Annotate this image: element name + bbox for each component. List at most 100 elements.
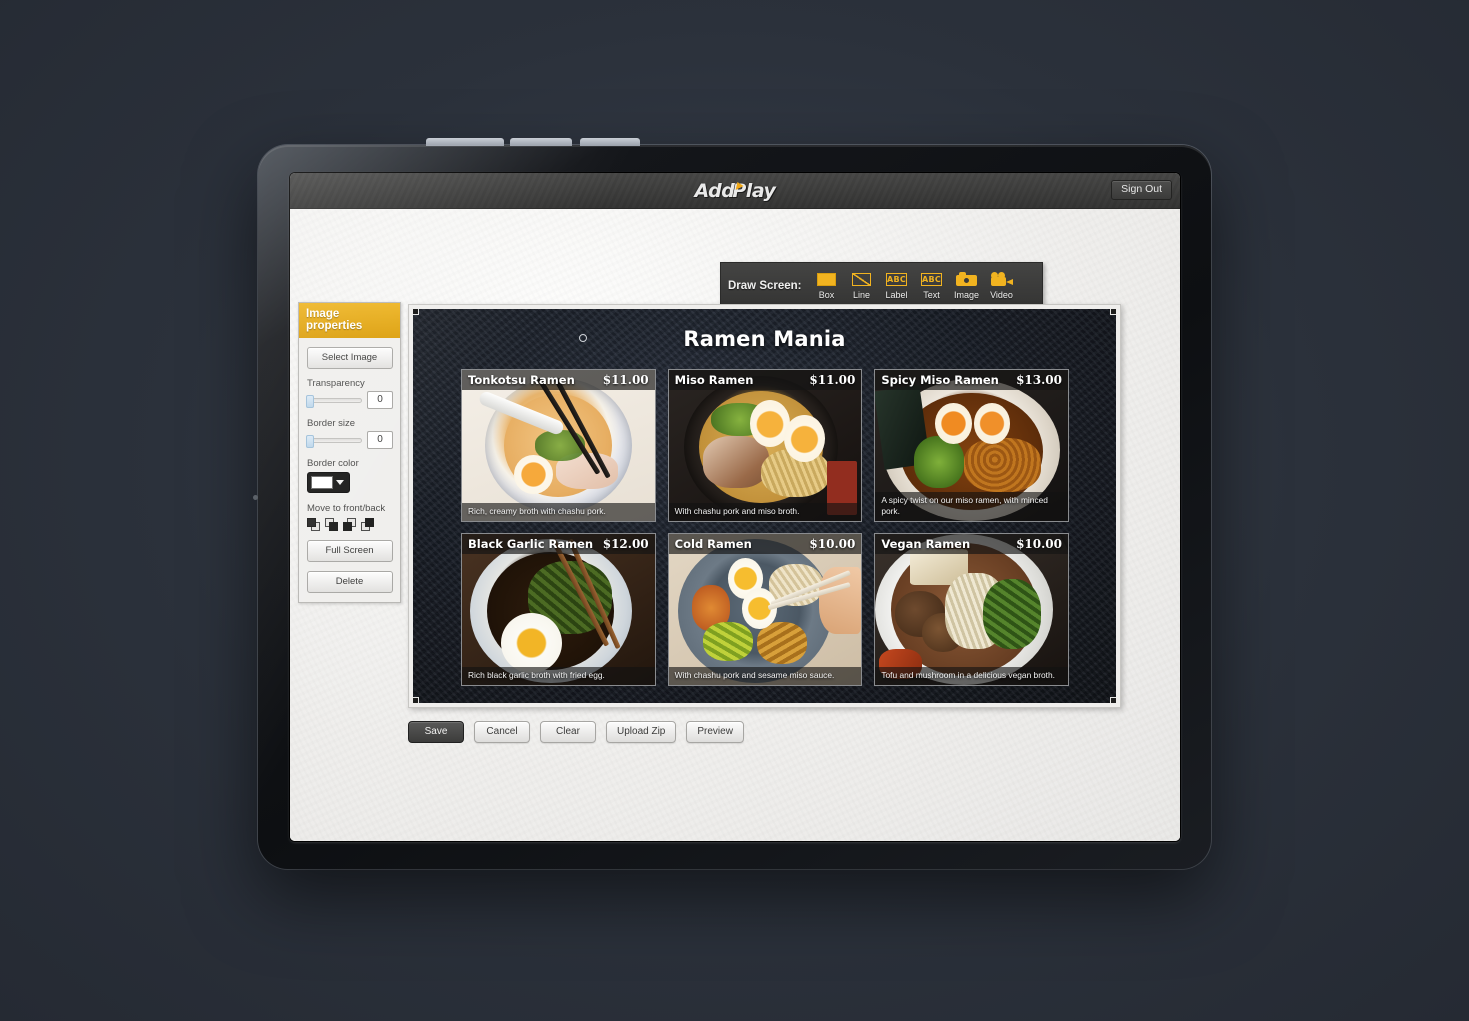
tablet-device: AddPlay Sign Out Draw Screen: Box Line A… xyxy=(253,138,1211,869)
hardware-button-3[interactable] xyxy=(580,138,640,146)
tool-image-label: Image xyxy=(954,290,980,300)
video-camera-icon xyxy=(990,271,1013,287)
menu-card-description: Rich black garlic broth with fried egg. xyxy=(462,666,655,685)
preview-button[interactable]: Preview xyxy=(686,721,744,743)
food-photo-miso xyxy=(668,370,862,521)
resize-handle-top-left[interactable] xyxy=(413,309,419,315)
food-photo-black-garlic xyxy=(462,534,655,685)
border-color-label: Border color xyxy=(307,458,359,469)
menu-card[interactable]: Cold Ramen $10.00 With chashu pork and s… xyxy=(667,533,863,686)
tool-image[interactable]: Image xyxy=(950,271,984,300)
side-port-dot xyxy=(253,495,258,500)
resize-handle-bottom-left[interactable] xyxy=(413,697,419,703)
tool-text[interactable]: ABC Text xyxy=(915,271,949,300)
menu-card-price: $12.00 xyxy=(602,537,649,551)
menu-card-price: $11.00 xyxy=(809,373,856,387)
menu-card-description: A spicy twist on our miso ramen, with mi… xyxy=(875,491,1068,521)
clear-button[interactable]: Clear xyxy=(540,721,596,743)
move-front-back-label: Move to front/back xyxy=(307,503,386,514)
draw-screen-toolbar: Draw Screen: Box Line ABC Label ABC Text xyxy=(720,262,1043,309)
food-photo-tonkotsu xyxy=(462,370,655,521)
logo-text-add: Add xyxy=(694,180,735,202)
tool-label-label: Label xyxy=(885,290,908,300)
hardware-button-1[interactable] xyxy=(426,138,504,146)
menu-card-name: Cold Ramen xyxy=(674,537,752,551)
delete-button[interactable]: Delete xyxy=(306,571,393,593)
menu-card-header: Vegan Ramen $10.00 xyxy=(875,534,1068,554)
tool-video-label: Video xyxy=(990,290,1013,300)
board-title[interactable]: Ramen Mania xyxy=(413,327,1116,351)
menu-card[interactable]: Vegan Ramen $10.00 Tofu and mushroom in … xyxy=(874,533,1069,686)
transparency-label: Transparency xyxy=(307,378,365,389)
line-icon xyxy=(852,271,872,287)
menu-card-header: Spicy Miso Ramen $13.00 xyxy=(875,370,1068,390)
transparency-slider-knob[interactable] xyxy=(306,394,314,408)
menu-card-name: Vegan Ramen xyxy=(881,537,971,551)
border-size-slider-knob[interactable] xyxy=(306,434,314,448)
upload-zip-button[interactable]: Upload Zip xyxy=(606,721,677,743)
addplay-logo: AddPlay xyxy=(695,180,776,202)
resize-handle-bottom-right[interactable] xyxy=(1110,697,1116,703)
send-to-back-icon[interactable] xyxy=(361,518,374,531)
food-photo-vegan xyxy=(875,534,1069,685)
menu-card[interactable]: Tonkotsu Ramen $11.00 Rich, creamy broth… xyxy=(461,369,656,522)
layer-order-controls xyxy=(307,518,400,531)
border-size-value[interactable]: 0 xyxy=(367,431,393,449)
sign-out-button[interactable]: Sign Out xyxy=(1111,180,1172,200)
tool-label[interactable]: ABC Label xyxy=(880,271,914,300)
menu-board-canvas[interactable]: Ramen Mania Tonkotsu Ramen $11.00 Rich, … xyxy=(413,309,1116,703)
tool-line[interactable]: Line xyxy=(845,271,879,300)
tool-line-label: Line xyxy=(853,290,871,300)
menu-card[interactable]: Miso Ramen $11.00 With chashu pork and m… xyxy=(667,369,863,522)
title-rotate-handle[interactable] xyxy=(579,334,587,342)
bring-to-front-icon[interactable] xyxy=(307,518,320,531)
border-color-row xyxy=(307,472,400,494)
menu-card-price: $11.00 xyxy=(602,373,649,387)
menu-card-name: Black Garlic Ramen xyxy=(468,537,594,551)
menu-card-name: Tonkotsu Ramen xyxy=(468,373,575,387)
transparency-row: 0 xyxy=(299,391,400,409)
tool-video[interactable]: Video xyxy=(985,271,1019,300)
menu-card[interactable]: Spicy Miso Ramen $13.00 A spicy twist on… xyxy=(874,369,1069,522)
draw-screen-label: Draw Screen: xyxy=(728,279,802,292)
menu-card-header: Black Garlic Ramen $12.00 xyxy=(462,534,655,554)
border-color-swatch xyxy=(311,476,333,489)
tool-text-label: Text xyxy=(923,290,940,300)
full-screen-button[interactable]: Full Screen xyxy=(306,540,393,562)
save-button[interactable]: Save xyxy=(408,721,464,743)
transparency-slider[interactable] xyxy=(306,394,362,408)
tool-box[interactable]: Box xyxy=(810,271,844,300)
canvas-container[interactable]: Ramen Mania Tonkotsu Ramen $11.00 Rich, … xyxy=(408,304,1121,708)
border-color-picker[interactable] xyxy=(307,472,350,493)
menu-card[interactable]: Black Garlic Ramen $12.00 Rich black gar… xyxy=(461,533,656,686)
send-backward-icon[interactable] xyxy=(343,518,356,531)
border-size-slider[interactable] xyxy=(306,434,362,448)
menu-card-description: With chashu pork and miso broth. xyxy=(668,502,862,521)
menu-card-description: With chashu pork and sesame miso sauce. xyxy=(668,666,862,685)
menu-item-grid: Tonkotsu Ramen $11.00 Rich, creamy broth… xyxy=(461,369,1069,686)
menu-card-price: $13.00 xyxy=(1016,373,1062,387)
menu-card-header: Miso Ramen $11.00 xyxy=(668,370,862,390)
play-triangle-icon xyxy=(735,182,745,190)
menu-card-header: Tonkotsu Ramen $11.00 xyxy=(462,370,655,390)
transparency-value[interactable]: 0 xyxy=(367,391,393,409)
label-abc-icon: ABC xyxy=(886,272,908,286)
tablet-screen: AddPlay Sign Out Draw Screen: Box Line A… xyxy=(290,173,1180,841)
app-header-bar: AddPlay Sign Out xyxy=(290,173,1180,209)
select-image-button[interactable]: Select Image xyxy=(306,347,393,369)
tool-box-label: Box xyxy=(818,290,835,300)
food-photo-cold-ramen xyxy=(668,534,862,685)
hardware-button-2[interactable] xyxy=(510,138,572,146)
menu-card-name: Spicy Miso Ramen xyxy=(881,373,999,387)
menu-card-price: $10.00 xyxy=(809,537,856,551)
menu-card-price: $10.00 xyxy=(1016,537,1062,551)
panel-title: Image properties xyxy=(299,303,400,338)
menu-card-header: Cold Ramen $10.00 xyxy=(668,534,862,554)
image-properties-panel: Image properties Select Image Transparen… xyxy=(298,302,401,603)
editor-workspace: Draw Screen: Box Line ABC Label ABC Text xyxy=(290,209,1180,841)
bring-forward-icon[interactable] xyxy=(325,518,338,531)
border-size-label: Border size xyxy=(307,418,356,429)
resize-handle-top-right[interactable] xyxy=(1110,309,1116,315)
menu-card-description: Tofu and mushroom in a delicious vegan b… xyxy=(875,666,1068,685)
cancel-button[interactable]: Cancel xyxy=(474,721,530,743)
